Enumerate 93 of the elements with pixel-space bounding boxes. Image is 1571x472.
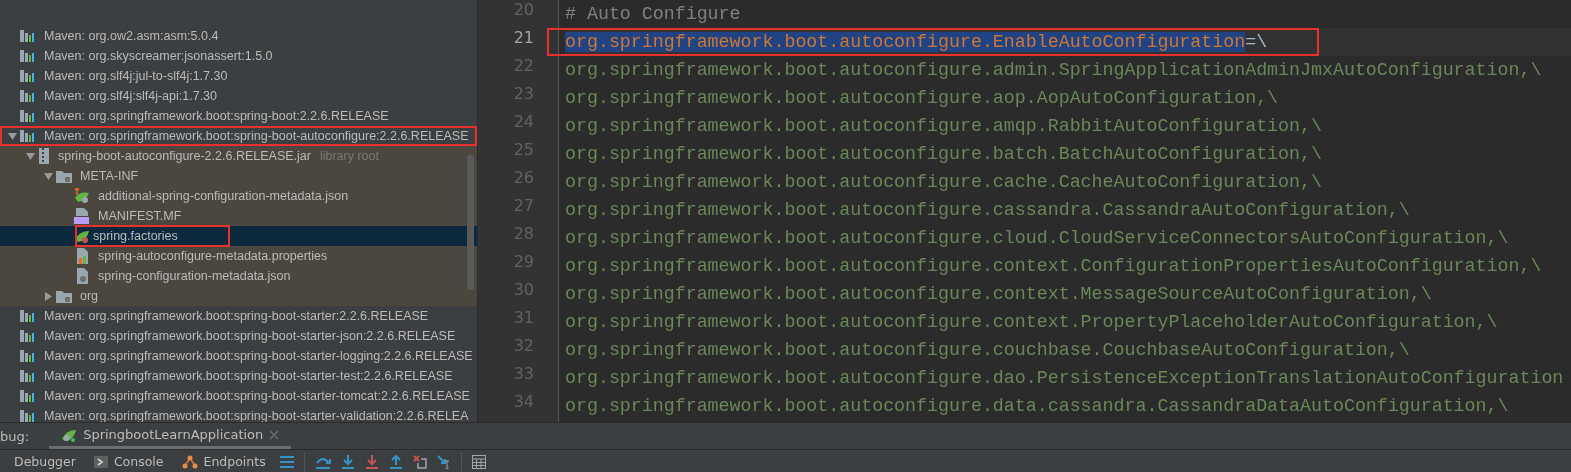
tree-item-label: Maven: org.springframework.boot:spring-boot-starter-test:2.2.6.RELEASE [43, 368, 454, 385]
run-to-cursor-icon[interactable] [436, 454, 451, 469]
code-text: org.springframework.boot.autoconfigure.cloud.CloudServiceConnectorsAutoConfiguration,\ [565, 228, 1509, 248]
code-text: org.springframework.boot.autoconfigure.context.PropertyPlaceholderAutoConfiguration,\ [565, 312, 1498, 332]
tree-row[interactable]: Maven: org.springframework.boot:spring-boot-autoconfigure:2.2.6.RELEASE [0, 126, 477, 146]
tree-item-label: Maven: org.springframework.boot:spring-boot-starter-validation:2.2.6.RELEA [43, 408, 470, 422]
close-icon[interactable] [269, 429, 280, 440]
tree-item-label: Maven: org.skyscreamer:jsonassert:1.5.0 [43, 48, 274, 65]
tree-row[interactable]: spring-autoconfigure-metadata.properties [0, 246, 477, 266]
tree-item-label: Maven: org.slf4j:jul-to-slf4j:1.7.30 [43, 68, 229, 85]
code-text: org.springframework.boot.autoconfigure.cassandra.CassandraAutoConfiguration,\ [565, 200, 1410, 220]
archive-icon [38, 148, 50, 164]
library-icon [20, 109, 36, 123]
code-text: org.springframework.boot.autoconfigure.batch.BatchAutoConfiguration,\ [565, 144, 1322, 164]
tree-item-label: Maven: org.springframework.boot:spring-boot-autoconfigure:2.2.6.RELEASE [43, 128, 470, 145]
folder-icon [56, 289, 72, 303]
tree-item-label: Maven: org.springframework.boot:spring-boot-starter:2.2.6.RELEASE [43, 308, 430, 325]
tree-row[interactable]: META-INF [0, 166, 477, 186]
tree-row[interactable]: Maven: org.springframework.boot:spring-boot-starter-test:2.2.6.RELEASE [0, 366, 477, 386]
step-into-icon[interactable] [340, 454, 355, 469]
tree-item-label: spring.factories [75, 225, 230, 247]
library-icon [20, 369, 36, 383]
drop-frame-icon[interactable] [412, 454, 427, 469]
tool-tab[interactable]: Debugger [10, 454, 80, 469]
force-step-into-icon[interactable] [364, 454, 379, 469]
tree-item-label: spring-boot-autoconfigure-2.2.6.RELEASE.jar [57, 148, 312, 165]
tree-item-label: Maven: org.springframework.boot:spring-boot:2.2.6.RELEASE [43, 108, 390, 125]
tree-row[interactable]: Maven: org.slf4j:jul-to-slf4j:1.7.30 [0, 66, 477, 86]
library-icon [20, 49, 36, 63]
library-icon [20, 69, 36, 83]
properties-file-icon [74, 248, 90, 264]
tree-item-label: spring-configuration-metadata.json [97, 268, 292, 285]
config-file-icon [74, 188, 90, 204]
console-icon [93, 455, 108, 468]
session-tab[interactable]: SpringbootLearnApplication [49, 423, 292, 449]
tree-item-label: Maven: org.springframework.boot:spring-boot-starter-logging:2.2.6.RELEASE [43, 348, 474, 365]
tree-item-label: Maven: org.springframework.boot:spring-boot-starter-tomcat:2.2.6.RELEASE [43, 388, 471, 405]
tree-row[interactable]: spring.factories [0, 226, 477, 246]
tree-row[interactable]: Maven: org.skyscreamer:jsonassert:1.5.0 [0, 46, 477, 66]
tree-row[interactable]: MANIFEST.MF [0, 206, 477, 226]
code-operator: =\ [1245, 32, 1268, 52]
collapsed-arrow-icon[interactable] [43, 291, 53, 301]
code-text: org.springframework.boot.autoconfigure.data.cassandra.CassandraDataAutoConfiguration,\ [565, 396, 1509, 416]
tree-row[interactable]: Maven: org.springframework.boot:spring-boot-starter-tomcat:2.2.6.RELEASE [0, 386, 477, 406]
tree-item-label: additional-spring-configuration-metadata.json [97, 188, 350, 205]
library-icon [20, 329, 36, 343]
tree-row[interactable]: spring-configuration-metadata.json [0, 266, 477, 286]
menu-icon[interactable] [279, 455, 294, 468]
tree-row[interactable]: Maven: org.springframework.boot:spring-boot:2.2.6.RELEASE [0, 106, 477, 126]
tree-item-label: Maven: org.springframework.boot:spring-boot-starter-json:2.2.6.RELEASE [43, 328, 457, 345]
code-text: org.springframework.boot.autoconfigure.aop.AopAutoConfiguration,\ [565, 88, 1279, 108]
code-text: # Auto Configure [565, 4, 741, 24]
step-out-icon[interactable] [388, 454, 403, 469]
tree-row[interactable]: additional-spring-configuration-metadata.json [0, 186, 477, 206]
tree-row[interactable]: Maven: org.slf4j:slf4j-api:1.7.30 [0, 86, 477, 106]
library-icon [20, 129, 36, 143]
calculator-icon[interactable] [471, 454, 486, 469]
code-text: org.springframework.boot.autoconfigure.amqp.RabbitAutoConfiguration,\ [565, 116, 1322, 136]
library-icon [20, 389, 36, 403]
tree-row[interactable]: Maven: org.ow2.asm:asm:5.0.4 [0, 26, 477, 46]
tree-item-label: spring-autoconfigure-metadata.properties [97, 248, 329, 265]
endpoints-icon [181, 454, 198, 469]
scrollbar[interactable] [467, 155, 474, 290]
tree-row[interactable]: Maven: org.springframework.boot:spring-boot-starter-validation:2.2.6.RELEA [0, 406, 477, 422]
tree-row[interactable]: org [0, 286, 477, 306]
library-icon [20, 309, 36, 323]
library-icon [20, 409, 36, 422]
tree-item-label: org [79, 288, 100, 305]
spring-file-icon [74, 228, 90, 244]
code-text: org.springframework.boot.autoconfigure.EnableAutoConfiguration [565, 32, 1246, 52]
line-number: 21 [512, 28, 535, 49]
tree-item-label: MANIFEST.MF [97, 208, 183, 225]
code-text: org.springframework.boot.autoconfigure.couchbase.CouchbaseAutoConfiguration,\ [565, 340, 1410, 360]
code-text: org.springframework.boot.autoconfigure.dao.PersistenceExceptionTranslationAutoConfiguration [565, 368, 1564, 388]
tree-row[interactable]: Maven: org.springframework.boot:spring-boot-starter-logging:2.2.6.RELEASE [0, 346, 477, 366]
library-icon [20, 89, 36, 103]
code-text: org.springframework.boot.autoconfigure.admin.SpringApplicationAdminJmxAutoConfiguration,\ [565, 60, 1542, 80]
library-icon [20, 349, 36, 363]
panel-label: bug: [0, 428, 30, 444]
code-text: org.springframework.boot.autoconfigure.cache.CacheAutoConfiguration,\ [565, 172, 1322, 192]
tree-row[interactable]: Maven: org.springframework.boot:spring-boot-starter:2.2.6.RELEASE [0, 306, 477, 326]
tree-item-label: Maven: org.slf4j:slf4j-api:1.7.30 [43, 88, 218, 105]
folder-icon [56, 169, 72, 183]
tool-tab[interactable]: Console [89, 454, 168, 469]
json-file-icon [74, 268, 90, 284]
tree-item-label: META-INF [79, 168, 140, 185]
manifest-file-icon [74, 208, 90, 224]
code-text: org.springframework.boot.autoconfigure.context.ConfigurationPropertiesAutoConfiguration,\ [565, 256, 1542, 276]
code-text: org.springframework.boot.autoconfigure.context.MessageSourceAutoConfiguration,\ [565, 284, 1432, 304]
tree-row[interactable]: Maven: org.springframework.boot:spring-boot-starter-json:2.2.6.RELEASE [0, 326, 477, 346]
tree-item-label: Maven: org.ow2.asm:asm:5.0.4 [43, 28, 220, 45]
tool-tab[interactable]: Endpoints [177, 454, 270, 469]
library-icon [20, 29, 36, 43]
